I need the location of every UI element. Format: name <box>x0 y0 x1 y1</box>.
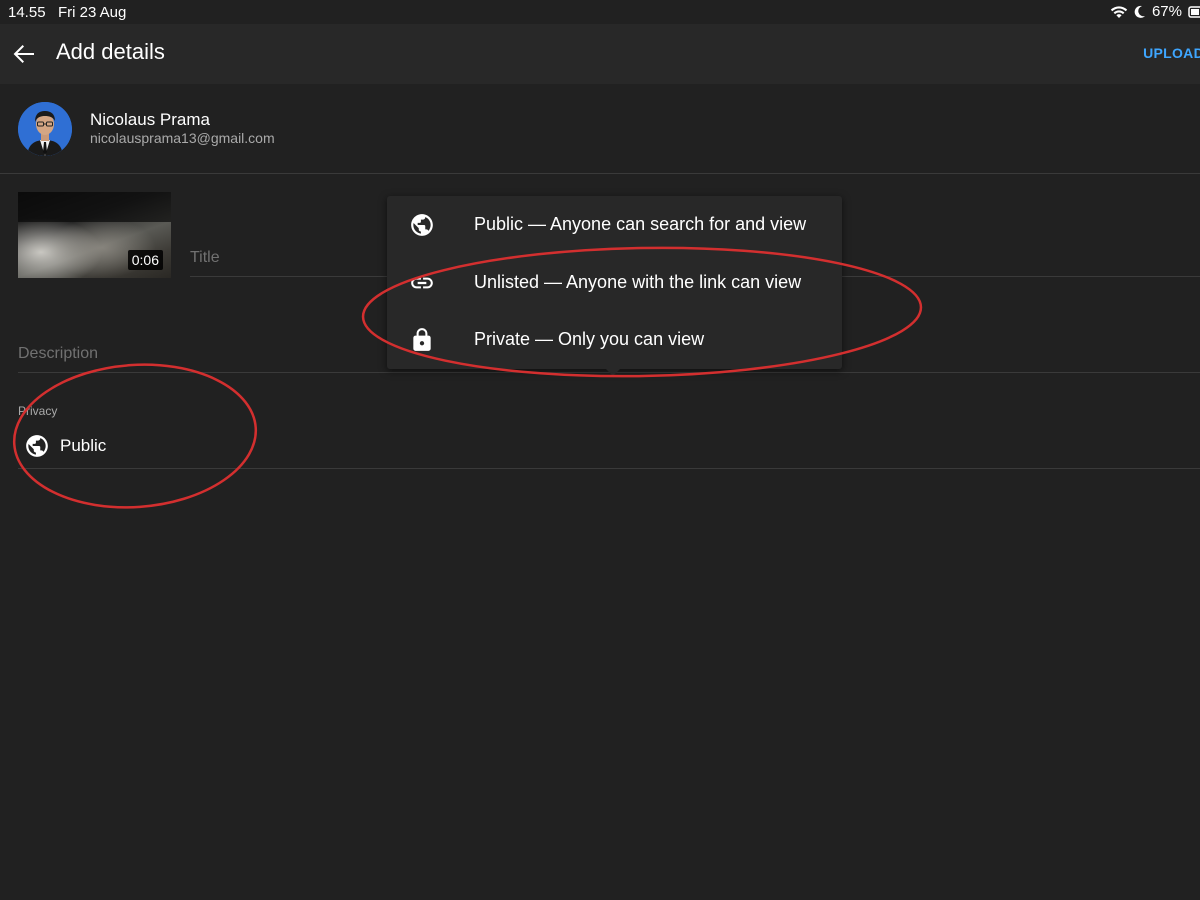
description-placeholder: Description <box>18 345 99 362</box>
link-icon <box>409 270 435 296</box>
menu-item-label: Unlisted — Anyone with the link can view <box>474 272 802 292</box>
arrow-left-icon <box>10 45 38 72</box>
privacy-value: Public <box>60 436 107 455</box>
status-bar: 14.55 Fri 23 Aug 67% <box>0 0 1200 24</box>
app-bar: Add details UPLOAD <box>0 24 1200 84</box>
menu-item-public[interactable]: Public — Anyone can search for and view <box>387 196 842 253</box>
account-email: nicolausprama13@gmail.com <box>90 130 275 146</box>
battery-icon <box>1188 5 1200 19</box>
menu-item-private[interactable]: Private — Only you can view <box>387 311 842 368</box>
back-button[interactable] <box>10 40 38 68</box>
status-indicators: 67% <box>1110 3 1200 20</box>
title-placeholder: Title <box>190 249 220 266</box>
avatar <box>18 102 72 156</box>
menu-item-unlisted[interactable]: Unlisted — Anyone with the link can view <box>387 254 842 311</box>
menu-item-label: Public — Anyone can search for and view <box>474 214 807 234</box>
divider <box>0 173 1200 174</box>
video-thumbnail[interactable]: 0:06 <box>18 192 171 278</box>
battery-percentage: 67% <box>1151 3 1182 20</box>
upload-button[interactable]: UPLOAD <box>1143 45 1200 61</box>
moon-icon <box>1134 5 1146 19</box>
privacy-label: Privacy <box>18 404 58 418</box>
globe-icon <box>409 212 435 238</box>
page-title: Add details <box>56 39 165 64</box>
status-time: 14.55 <box>8 4 46 21</box>
menu-item-label: Private — Only you can view <box>474 329 705 349</box>
account-name: Nicolaus Prama <box>90 110 210 129</box>
menu-pointer <box>604 367 622 376</box>
lock-icon <box>409 327 435 353</box>
status-date: Fri 23 Aug <box>58 4 127 21</box>
duration-badge: 0:06 <box>127 250 163 270</box>
privacy-menu: Public — Anyone can search for and view … <box>387 196 842 369</box>
privacy-selector[interactable]: Public <box>18 430 1200 469</box>
globe-icon <box>24 433 50 459</box>
wifi-icon <box>1110 5 1128 19</box>
